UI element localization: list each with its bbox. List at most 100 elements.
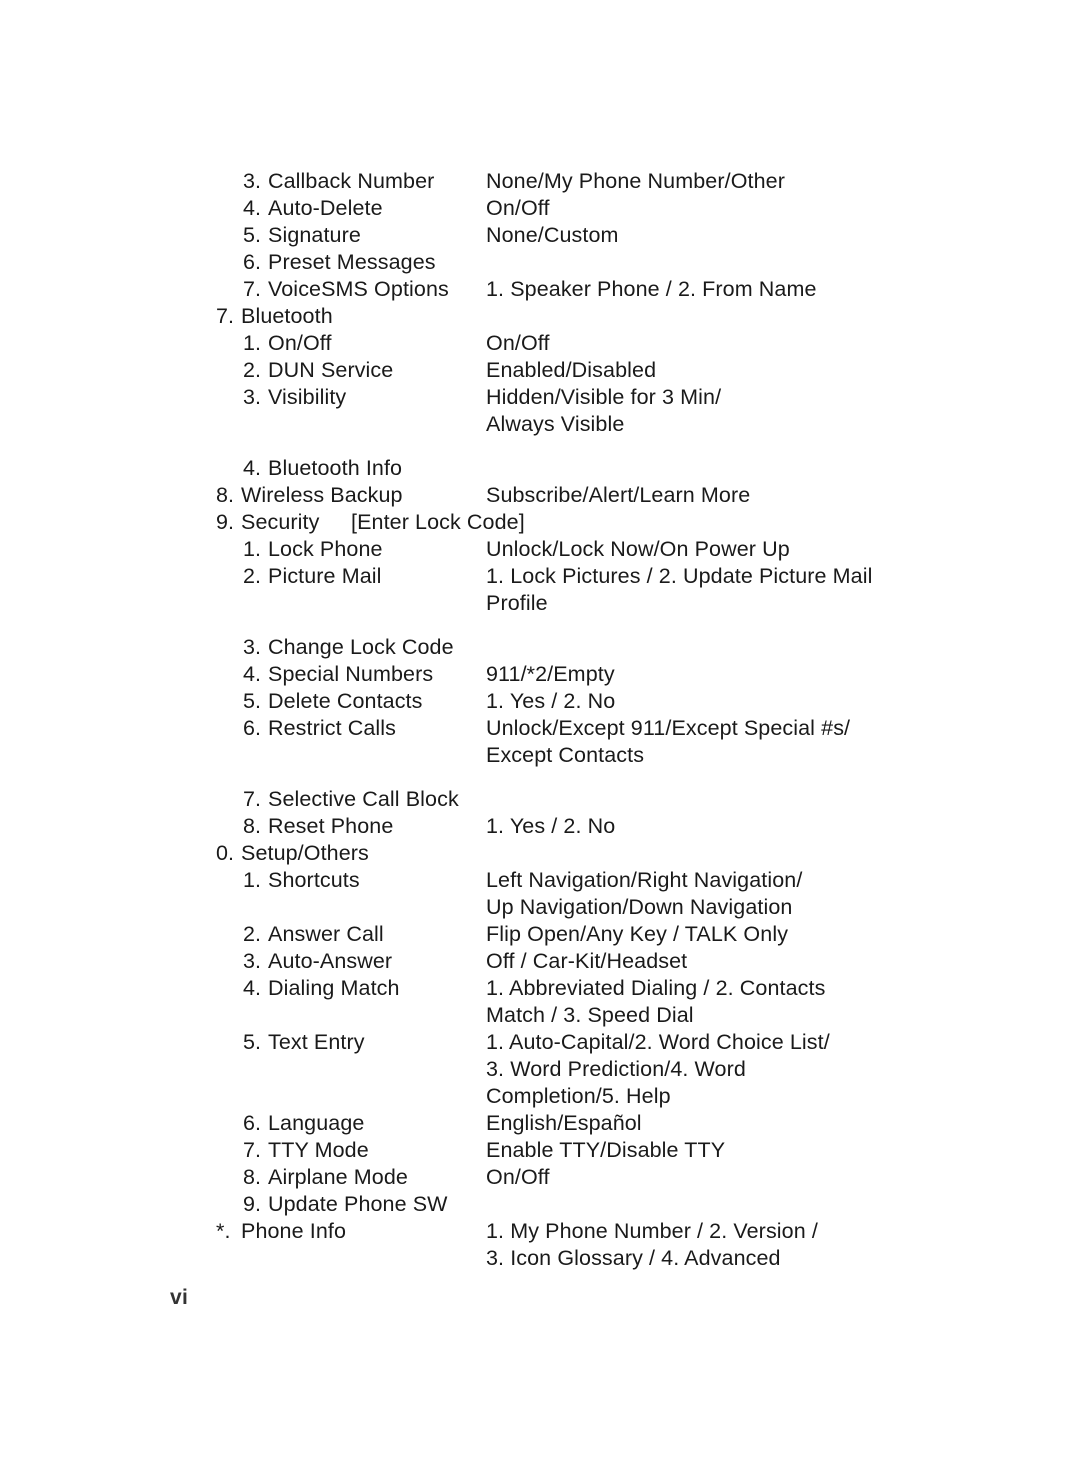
menu-row: 6. Language English/Español	[0, 1110, 1080, 1137]
menu-row: 0. Setup/Others	[0, 840, 1080, 867]
menu-item-options: 1. My Phone Number / 2. Version / 3. Icon…	[486, 1218, 1046, 1272]
menu-item-options: 1. Yes / 2. No	[486, 688, 1046, 715]
menu-item-options: Off / Car-Kit/Headset	[486, 948, 1046, 975]
menu-item-label: 3. Change Lock Code	[243, 634, 454, 661]
menu-item-options-line: 1. Lock Pictures / 2. Update Picture Mai…	[486, 564, 873, 588]
menu-item-text: Phone Info	[241, 1219, 347, 1243]
menu-item-options-line: 1. Yes / 2. No	[486, 814, 616, 838]
menu-item-text: Security	[241, 510, 320, 534]
menu-item-number: 3.	[243, 949, 262, 973]
menu-item-label: 1. On/Off	[243, 330, 332, 357]
menu-item-label: 1. Shortcuts	[243, 867, 360, 894]
menu-item-number: 5.	[243, 1030, 262, 1054]
menu-item-text: Wireless Backup	[241, 483, 403, 507]
menu-item-text: Reset Phone	[268, 814, 394, 838]
menu-item-options: On/Off	[486, 330, 1046, 357]
menu-item-options-line: Always Visible	[486, 412, 625, 436]
menu-tree-list: 3. Callback Number None/My Phone Number/Ot…	[0, 168, 1080, 1272]
menu-item-label: 6. Language	[243, 1110, 364, 1137]
menu-item-number: 3.	[243, 169, 262, 193]
menu-item-number: 7.	[216, 304, 235, 328]
menu-item-number: 2.	[243, 358, 262, 382]
menu-row: 9. Update Phone SW	[0, 1191, 1080, 1218]
menu-item-options: 1. Auto-Capital/2. Word Choice List/3. W…	[486, 1029, 1046, 1110]
menu-item-label: 6. Restrict Calls	[243, 715, 396, 742]
menu-row: 2. Answer Call Flip Open/Any Key / TALK On…	[0, 921, 1080, 948]
menu-item-label: 2. Picture Mail	[243, 563, 382, 590]
menu-item-options-line: 1. Speaker Phone / 2. From Name	[486, 277, 817, 301]
menu-item-label: 9. Security	[216, 509, 319, 536]
menu-item-options: On/Off	[486, 1164, 1046, 1191]
menu-item-text: TTY Mode	[268, 1138, 369, 1162]
menu-item-options: Hidden/Visible for 3 Min/Always Visible	[486, 384, 1046, 438]
menu-item-options: 911/*2/Empty	[486, 661, 1046, 688]
menu-item-text: Auto-Delete	[268, 196, 383, 220]
menu-item-options: On/Off	[486, 195, 1046, 222]
menu-item-options-line: Up Navigation/Down Navigation	[486, 895, 793, 919]
menu-item-number: 8.	[243, 814, 262, 838]
menu-item-label: 0. Setup/Others	[216, 840, 369, 867]
menu-row: 5. Signature None/Custom	[0, 222, 1080, 249]
menu-item-options-line: 1. My Phone Number / 2. Version /	[486, 1219, 818, 1243]
menu-item-number: 3.	[243, 635, 262, 659]
menu-row: 7. Selective Call Block	[0, 786, 1080, 813]
menu-item-text: VoiceSMS Options	[268, 277, 449, 301]
menu-item-text: Update Phone SW	[268, 1192, 448, 1216]
menu-item-options-line: Subscribe/Alert/Learn More	[486, 483, 751, 507]
menu-item-number: 8.	[243, 1165, 262, 1189]
menu-item-options-line: 3. Word Prediction/4. Word	[486, 1057, 746, 1081]
menu-item-label: 8. Reset Phone	[243, 813, 393, 840]
menu-item-options-line: 1. Auto-Capital/2. Word Choice List/	[486, 1030, 830, 1054]
menu-item-text: Selective Call Block	[268, 787, 459, 811]
menu-row: 9. Security [Enter Lock Code]	[0, 509, 1080, 536]
menu-item-label: 2. Answer Call	[243, 921, 384, 948]
menu-item-options: 1. Abbreviated Dialing / 2. Contacts Matc…	[486, 975, 1046, 1029]
menu-item-text: Lock Phone	[268, 537, 383, 561]
menu-item-options: None/Custom	[486, 222, 1046, 249]
menu-item-text: Airplane Mode	[268, 1165, 408, 1189]
menu-item-number: 9.	[216, 510, 235, 534]
menu-item-label: 3. Visibility	[243, 384, 346, 411]
menu-item-options: Enable TTY/Disable TTY	[486, 1137, 1046, 1164]
menu-item-label: *. Phone Info	[216, 1218, 346, 1245]
menu-item-label: 7. VoiceSMS Options	[243, 276, 449, 303]
menu-item-options-line: Off / Car-Kit/Headset	[486, 949, 688, 973]
menu-row: 8. Reset Phone 1. Yes / 2. No	[0, 813, 1080, 840]
menu-item-label: 7. Selective Call Block	[243, 786, 459, 813]
menu-item-label: 8. Airplane Mode	[243, 1164, 408, 1191]
menu-row: 4. Special Numbers 911/*2/Empty	[0, 661, 1080, 688]
menu-item-text: Bluetooth	[241, 304, 333, 328]
menu-item-options-line: Unlock/Except 911/Except Special #s/	[486, 716, 851, 740]
menu-item-text: Preset Messages	[268, 250, 436, 274]
menu-row: 1. On/Off On/Off	[0, 330, 1080, 357]
menu-item-options-line: On/Off	[486, 1165, 550, 1189]
menu-row: 4. Bluetooth Info	[0, 455, 1080, 482]
menu-item-label: 3. Auto-Answer	[243, 948, 392, 975]
menu-row: 3. Auto-Answer Off / Car-Kit/Headset	[0, 948, 1080, 975]
menu-item-number: 2.	[243, 564, 262, 588]
menu-item-options-line: Unlock/Lock Now/On Power Up	[486, 537, 790, 561]
menu-item-label: 5. Text Entry	[243, 1029, 365, 1056]
menu-row: 7. VoiceSMS Options 1. Speaker Phone / 2. …	[0, 276, 1080, 303]
menu-item-text: Language	[268, 1111, 365, 1135]
menu-item-text: Restrict Calls	[268, 716, 397, 740]
menu-item-options-line: Match / 3. Speed Dial	[486, 1003, 694, 1027]
menu-item-options-line: Enabled/Disabled	[486, 358, 657, 382]
menu-item-label: 4. Bluetooth Info	[243, 455, 402, 482]
menu-item-options: Unlock/Lock Now/On Power Up	[486, 536, 1046, 563]
menu-item-number: 4.	[243, 976, 262, 1000]
menu-row: 3. Callback Number None/My Phone Number/Ot…	[0, 168, 1080, 195]
menu-item-number: 6.	[243, 1111, 262, 1135]
menu-item-text: Text Entry	[268, 1030, 365, 1054]
menu-item-label: 1. Lock Phone	[243, 536, 383, 563]
page-number: vi	[170, 1286, 189, 1309]
menu-item-options-line: 1. Yes / 2. No	[486, 689, 616, 713]
menu-item-number: 7.	[243, 1138, 262, 1162]
menu-row: 3. Change Lock Code	[0, 634, 1080, 661]
menu-item-options-line: On/Off	[486, 196, 550, 220]
menu-item-label: 7. Bluetooth	[216, 303, 333, 330]
menu-item-options-line: Profile	[486, 591, 548, 615]
menu-item-options-line: 911/*2/Empty	[486, 662, 615, 686]
menu-item-options: English/Español	[486, 1110, 1046, 1137]
menu-item-number: 4.	[243, 196, 262, 220]
